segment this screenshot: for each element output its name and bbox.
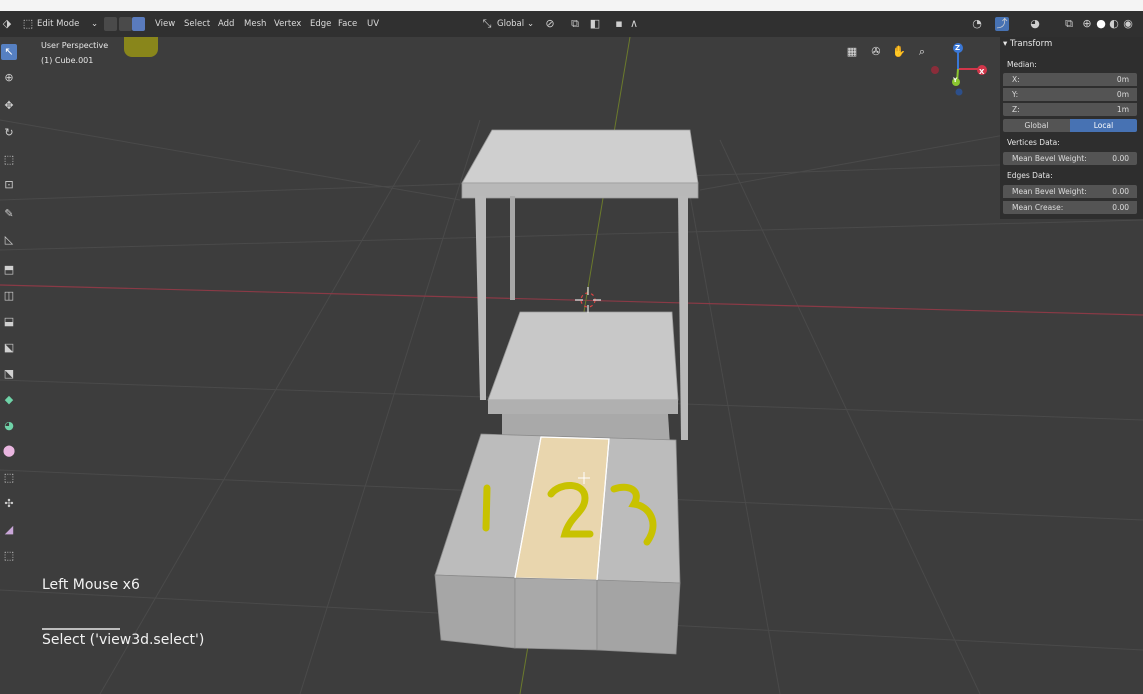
- vertices-data-label: Vertices Data:: [1007, 138, 1060, 147]
- pivot-point-icon[interactable]: ⊘: [543, 17, 557, 31]
- overlay-icon[interactable]: ◕: [1028, 17, 1042, 31]
- edge-bevel-weight-field[interactable]: Mean Bevel Weight: 0.00: [1003, 185, 1137, 198]
- transform-panel-title[interactable]: ▾ Transform: [1003, 39, 1052, 49]
- edges-data-label: Edges Data:: [1007, 171, 1053, 180]
- vertex-bevel-weight-field[interactable]: Mean Bevel Weight: 0.00: [1003, 152, 1137, 165]
- mode-selector[interactable]: Edit Mode: [37, 18, 79, 31]
- viewport-header: ⬗ ⬚ Edit Mode ⌄ View Select Add Mesh Ver…: [0, 11, 1143, 37]
- view-name-label: User Perspective: [41, 41, 109, 50]
- median-z-value: 1m: [1116, 105, 1129, 114]
- menu-face[interactable]: Face: [338, 18, 357, 31]
- median-z-field[interactable]: Z: 1m: [1003, 103, 1137, 116]
- pan-hand-icon[interactable]: ✋: [892, 45, 906, 59]
- top-strip: [0, 0, 1143, 11]
- annotate-tool-icon[interactable]: ✎: [1, 206, 17, 222]
- median-x-value: 0m: [1116, 75, 1129, 84]
- face-select-button[interactable]: [132, 17, 145, 31]
- solid-shading-icon[interactable]: ●: [1094, 17, 1108, 31]
- edge-slide-tool-icon[interactable]: ⬚: [1, 470, 17, 486]
- gizmo-toggle-icon[interactable]: ⤴: [995, 17, 1009, 31]
- chevron-down-icon: ⌄: [527, 19, 535, 29]
- menu-uv[interactable]: UV: [367, 18, 379, 31]
- snap-target-icon[interactable]: ◧: [588, 17, 602, 31]
- global-space-button[interactable]: Global: [1003, 119, 1070, 132]
- median-z-label: Z:: [1012, 105, 1020, 114]
- edge-crease-label: Mean Crease:: [1012, 203, 1064, 212]
- menu-vertex[interactable]: Vertex: [274, 18, 301, 31]
- scale-tool-icon[interactable]: ⬚: [1, 152, 17, 168]
- snap-icon[interactable]: ⧉: [568, 17, 582, 31]
- gizmo-x-label: X: [979, 68, 985, 76]
- bevel-tool-icon[interactable]: ⬓: [1, 314, 17, 330]
- local-space-button[interactable]: Local: [1070, 119, 1137, 132]
- median-label: Median:: [1007, 60, 1037, 69]
- loop-cut-tool-icon[interactable]: ⬕: [1, 340, 17, 356]
- x-axis-line: [0, 284, 1143, 316]
- menu-add[interactable]: Add: [218, 18, 234, 31]
- transform-orientation-icon: ⤡: [482, 17, 492, 30]
- menu-view[interactable]: View: [155, 18, 175, 31]
- status-divider: [42, 628, 120, 630]
- vertex-bevel-value: 0.00: [1112, 154, 1129, 163]
- transform-panel: ▾ Transform Median: X: 0m Y: 0m Z: 1m Gl…: [1000, 37, 1143, 219]
- rotate-tool-icon[interactable]: ↻: [1, 125, 17, 141]
- visibility-icon[interactable]: ◔: [970, 17, 984, 31]
- menu-edge[interactable]: Edge: [310, 18, 331, 31]
- knife-tool-icon[interactable]: ⬔: [1, 366, 17, 382]
- rendered-shading-icon[interactable]: ◉: [1121, 17, 1135, 31]
- edge-crease-value: 0.00: [1112, 203, 1129, 212]
- shrink-tool-icon[interactable]: ✣: [1, 496, 17, 512]
- proportional-edit-icon[interactable]: ▪: [612, 17, 626, 31]
- gizmo-z-label: Z: [955, 44, 961, 52]
- median-y-value: 0m: [1116, 90, 1129, 99]
- inset-tool-icon[interactable]: ◫: [1, 288, 17, 304]
- material-shading-icon[interactable]: ◐: [1107, 17, 1121, 31]
- shear-tool-icon[interactable]: ◢: [1, 522, 17, 538]
- edit-mode-icon: ⬚: [22, 17, 34, 30]
- input-event-text: Left Mouse x6: [42, 577, 140, 593]
- editor-type-icon[interactable]: ⬗: [0, 17, 14, 31]
- median-x-label: X:: [1012, 75, 1020, 84]
- move-tool-icon[interactable]: ✥: [1, 98, 17, 114]
- smooth-tool-icon[interactable]: ⬤: [1, 443, 17, 459]
- gizmo-y-label: Y: [953, 77, 958, 84]
- camera-view-icon[interactable]: ✇: [869, 45, 883, 59]
- edge-bevel-value: 0.00: [1112, 187, 1129, 196]
- wireframe-shading-icon[interactable]: ⊕: [1080, 17, 1094, 31]
- extrude-tool-icon[interactable]: ⬒: [1, 262, 17, 278]
- object-name-label: (1) Cube.001: [41, 56, 94, 65]
- zoom-icon[interactable]: ⌕: [915, 45, 929, 59]
- edge-select-button[interactable]: [119, 17, 132, 31]
- menu-mesh[interactable]: Mesh: [244, 18, 266, 31]
- cursor-tool-icon[interactable]: ⊕: [1, 70, 17, 86]
- transform-title-text: Transform: [1009, 39, 1053, 49]
- menu-select[interactable]: Select: [184, 18, 210, 31]
- perspective-toggle-icon[interactable]: ▦: [845, 45, 859, 59]
- chevron-down-icon: ⌄: [91, 19, 99, 29]
- transform-tool-icon[interactable]: ⊡: [1, 177, 17, 193]
- vertex-bevel-label: Mean Bevel Weight:: [1012, 154, 1087, 163]
- tool-shelf: ↖ ⊕ ✥ ↻ ⬚ ⊡ ✎ ◺ ⬒ ◫ ⬓ ⬕ ⬔ ◆ ◕ ⬤ ⬚ ✣ ◢ ⬚: [0, 40, 18, 570]
- select-tool-icon[interactable]: ↖: [1, 44, 17, 60]
- operator-text: Select ('view3d.select'): [42, 632, 205, 648]
- rip-tool-icon[interactable]: ⬚: [1, 548, 17, 564]
- edge-crease-field[interactable]: Mean Crease: 0.00: [1003, 201, 1137, 214]
- median-x-field[interactable]: X: 0m: [1003, 73, 1137, 86]
- falloff-icon[interactable]: ∧: [627, 17, 641, 31]
- 3d-viewport[interactable]: User Perspective (1) Cube.001 X Z Y Left…: [0, 37, 1143, 694]
- median-y-label: Y:: [1012, 90, 1019, 99]
- xray-icon[interactable]: ⧉: [1062, 17, 1076, 31]
- median-y-field[interactable]: Y: 0m: [1003, 88, 1137, 101]
- shelf-model: [461, 129, 699, 445]
- poly-build-tool-icon[interactable]: ◆: [1, 392, 17, 408]
- vertex-select-button[interactable]: [104, 17, 117, 31]
- viewport-scene: [0, 37, 1143, 694]
- orientation-selector[interactable]: Global: [497, 18, 524, 31]
- edge-bevel-label: Mean Bevel Weight:: [1012, 187, 1087, 196]
- measure-tool-icon[interactable]: ◺: [1, 232, 17, 248]
- mesh-box: [434, 433, 681, 655]
- spin-tool-icon[interactable]: ◕: [1, 418, 17, 434]
